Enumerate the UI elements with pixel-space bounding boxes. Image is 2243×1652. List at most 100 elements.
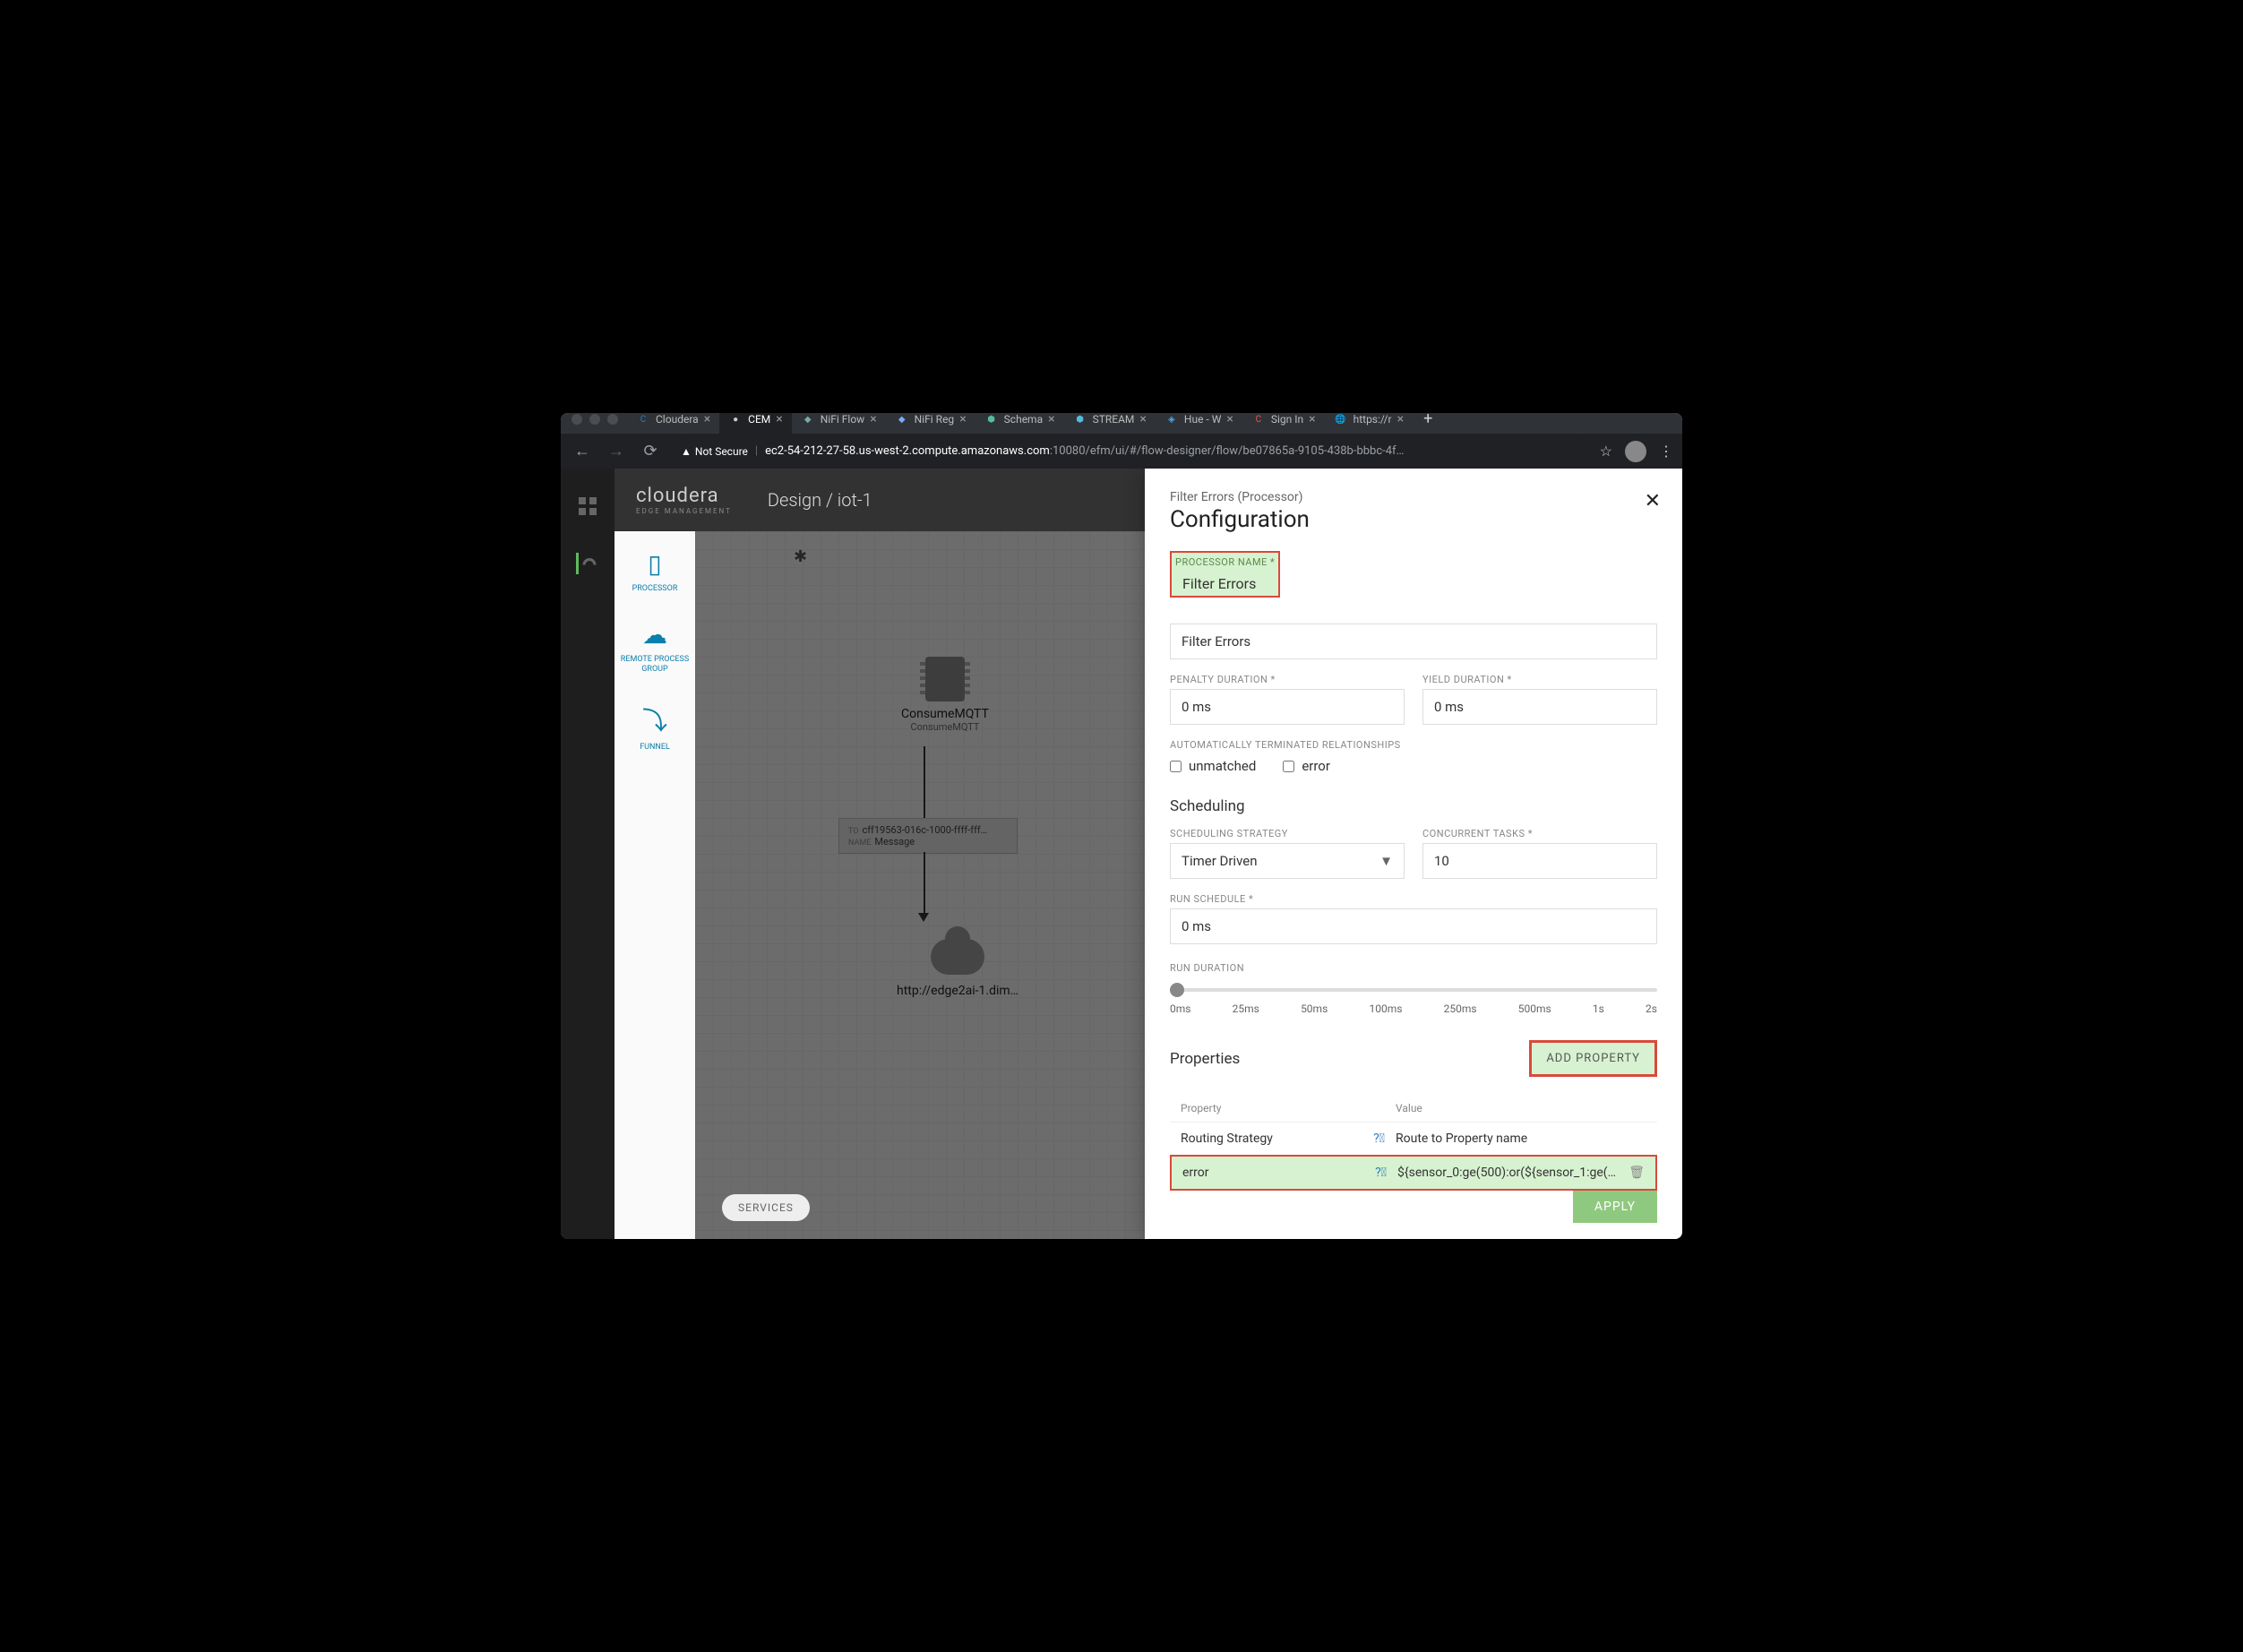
tick-label: 1s <box>1593 1002 1604 1015</box>
breadcrumb[interactable]: Design / iot-1 <box>768 489 872 511</box>
funnel-icon: ⤵ <box>642 701 667 737</box>
window-controls <box>568 414 625 425</box>
checkbox-unmatched[interactable]: unmatched <box>1170 758 1256 774</box>
slider-thumb[interactable] <box>1170 983 1184 997</box>
processor-icon: ▯ <box>648 549 661 579</box>
tab-close-icon[interactable]: × <box>959 413 966 426</box>
penalty-input[interactable] <box>1170 689 1405 725</box>
favicon-icon: 🌐 <box>1334 413 1348 426</box>
favicon-icon: ◈ <box>1164 413 1179 426</box>
favicon-icon: C <box>1251 413 1266 426</box>
concurrent-input[interactable] <box>1422 843 1657 879</box>
window-min-dot[interactable] <box>589 414 600 425</box>
browser-tab[interactable]: ⬢STREAM× <box>1064 413 1156 434</box>
property-row[interactable]: Routing Strategy?⃝Route to Property name <box>1170 1122 1657 1155</box>
property-row[interactable]: error?⃝${sensor_0:ge(500):or(${sensor_1:… <box>1170 1155 1657 1191</box>
tick-label: 0ms <box>1170 1002 1190 1015</box>
kebab-menu-icon[interactable]: ⋮ <box>1659 443 1673 460</box>
tick-label: 25ms <box>1233 1002 1259 1015</box>
reload-button[interactable]: ⟳ <box>638 442 663 460</box>
forward-button[interactable]: → <box>604 442 629 460</box>
grid-icon[interactable] <box>577 495 598 517</box>
url-field[interactable]: ▲ Not Secure | ec2-54-212-27-58.us-west-… <box>672 439 1591 463</box>
star-icon[interactable]: ☆ <box>1600 443 1612 460</box>
gauge-icon[interactable] <box>576 553 597 574</box>
browser-tab[interactable]: ⬢Schema× <box>975 413 1064 434</box>
favicon-icon: ⬢ <box>984 413 999 426</box>
window-max-dot[interactable] <box>607 414 618 425</box>
close-icon[interactable]: ✕ <box>1645 490 1661 512</box>
favicon-icon: ⬢ <box>1073 413 1087 426</box>
new-tab-button[interactable]: + <box>1414 413 1441 434</box>
checkbox-error[interactable]: error <box>1283 758 1330 774</box>
window-close-dot[interactable] <box>571 414 582 425</box>
browser-tab[interactable]: ◈Hue - W× <box>1156 413 1242 434</box>
help-icon[interactable]: ?⃝ <box>1373 1131 1385 1146</box>
tab-close-icon[interactable]: × <box>1397 413 1404 426</box>
tick-label: 250ms <box>1444 1002 1477 1015</box>
field-label: RUN DURATION <box>1170 962 1657 974</box>
section-title: Scheduling <box>1170 797 1657 815</box>
palette-rpg[interactable]: ☁ REMOTE PROCESS GROUP <box>614 620 695 675</box>
tab-close-icon[interactable]: × <box>870 413 876 426</box>
run-schedule-input[interactable] <box>1170 908 1657 944</box>
tick-label: 2s <box>1646 1002 1657 1015</box>
field-label: CONCURRENT TASKS * <box>1422 828 1657 839</box>
browser-tab[interactable]: ●CEM× <box>719 413 792 434</box>
processor-name-input[interactable] <box>1170 624 1657 659</box>
left-rail <box>561 469 614 1239</box>
tick-label: 50ms <box>1301 1002 1328 1015</box>
favicon-icon: C <box>636 413 650 426</box>
section-title: Properties <box>1170 1050 1240 1068</box>
browser-tab[interactable]: CSign In× <box>1242 413 1325 434</box>
logo: cloudera EDGE MANAGEMENT <box>636 485 732 515</box>
trash-icon[interactable]: 🗑 <box>1629 1166 1645 1180</box>
panel-subtitle: Filter Errors (Processor) <box>1170 490 1657 504</box>
back-button[interactable]: ← <box>570 442 595 460</box>
palette-funnel[interactable]: ⤵ FUNNEL <box>640 701 670 752</box>
slider-ticks: 0ms 25ms 50ms 100ms 250ms 500ms 1s 2s <box>1170 1002 1657 1015</box>
tab-close-icon[interactable]: × <box>1139 413 1146 426</box>
palette: ▯ PROCESSOR ☁ REMOTE PROCESS GROUP ⤵ FUN… <box>614 531 695 1239</box>
tab-close-icon[interactable]: × <box>1226 413 1233 426</box>
browser-tab[interactable]: 🌐https://r× <box>1325 413 1413 434</box>
config-panel: Filter Errors (Processor) Configuration … <box>1145 469 1682 1239</box>
tab-close-icon[interactable]: × <box>776 413 782 426</box>
processor-name-display: Filter Errors <box>1175 572 1275 592</box>
browser-tab[interactable]: ◆NiFi Flow× <box>792 413 886 434</box>
field-label: PROCESSOR NAME * <box>1175 556 1275 568</box>
properties-table: Property Value Routing Strategy?⃝Route t… <box>1170 1095 1657 1191</box>
column-header: Property <box>1181 1102 1396 1114</box>
browser-titlebar: CCloudera×●CEM×◆NiFi Flow×◆NiFi Reg×⬢Sch… <box>561 413 1682 469</box>
favicon-icon: ◆ <box>801 413 815 426</box>
tab-close-icon[interactable]: × <box>1048 413 1054 426</box>
favicon-icon: ◆ <box>895 413 909 426</box>
address-bar: ← → ⟳ ▲ Not Secure | ec2-54-212-27-58.us… <box>561 434 1682 469</box>
apply-button[interactable]: APPLY <box>1573 1191 1657 1223</box>
tab-bar: CCloudera×●CEM×◆NiFi Flow×◆NiFi Reg×⬢Sch… <box>561 413 1682 434</box>
browser-tab[interactable]: CCloudera× <box>627 413 719 434</box>
favicon-icon: ● <box>728 413 743 426</box>
services-button[interactable]: SERVICES <box>722 1194 810 1221</box>
security-indicator[interactable]: ▲ Not Secure <box>681 445 748 458</box>
tick-label: 500ms <box>1518 1002 1551 1015</box>
field-label: RUN SCHEDULE * <box>1170 893 1657 905</box>
tick-label: 100ms <box>1369 1002 1402 1015</box>
panel-title: Configuration <box>1170 506 1657 533</box>
field-label: AUTOMATICALLY TERMINATED RELATIONSHIPS <box>1170 739 1657 751</box>
yield-input[interactable] <box>1422 689 1657 725</box>
tab-close-icon[interactable]: × <box>1309 413 1315 426</box>
palette-processor[interactable]: ▯ PROCESSOR <box>632 549 678 593</box>
tab-close-icon[interactable]: × <box>704 413 710 426</box>
duration-slider[interactable] <box>1170 988 1657 992</box>
strategy-select[interactable]: Timer Driven ▼ <box>1170 843 1405 879</box>
field-label: YIELD DURATION * <box>1422 674 1657 685</box>
column-header: Value <box>1396 1102 1422 1114</box>
profile-avatar[interactable] <box>1625 441 1646 462</box>
field-label: PENALTY DURATION * <box>1170 674 1405 685</box>
cloud-icon: ☁ <box>642 620 667 650</box>
help-icon[interactable]: ?⃝ <box>1375 1166 1387 1180</box>
field-label: SCHEDULING STRATEGY <box>1170 828 1405 839</box>
browser-tab[interactable]: ◆NiFi Reg× <box>886 413 975 434</box>
add-property-button[interactable]: ADD PROPERTY <box>1529 1040 1657 1077</box>
